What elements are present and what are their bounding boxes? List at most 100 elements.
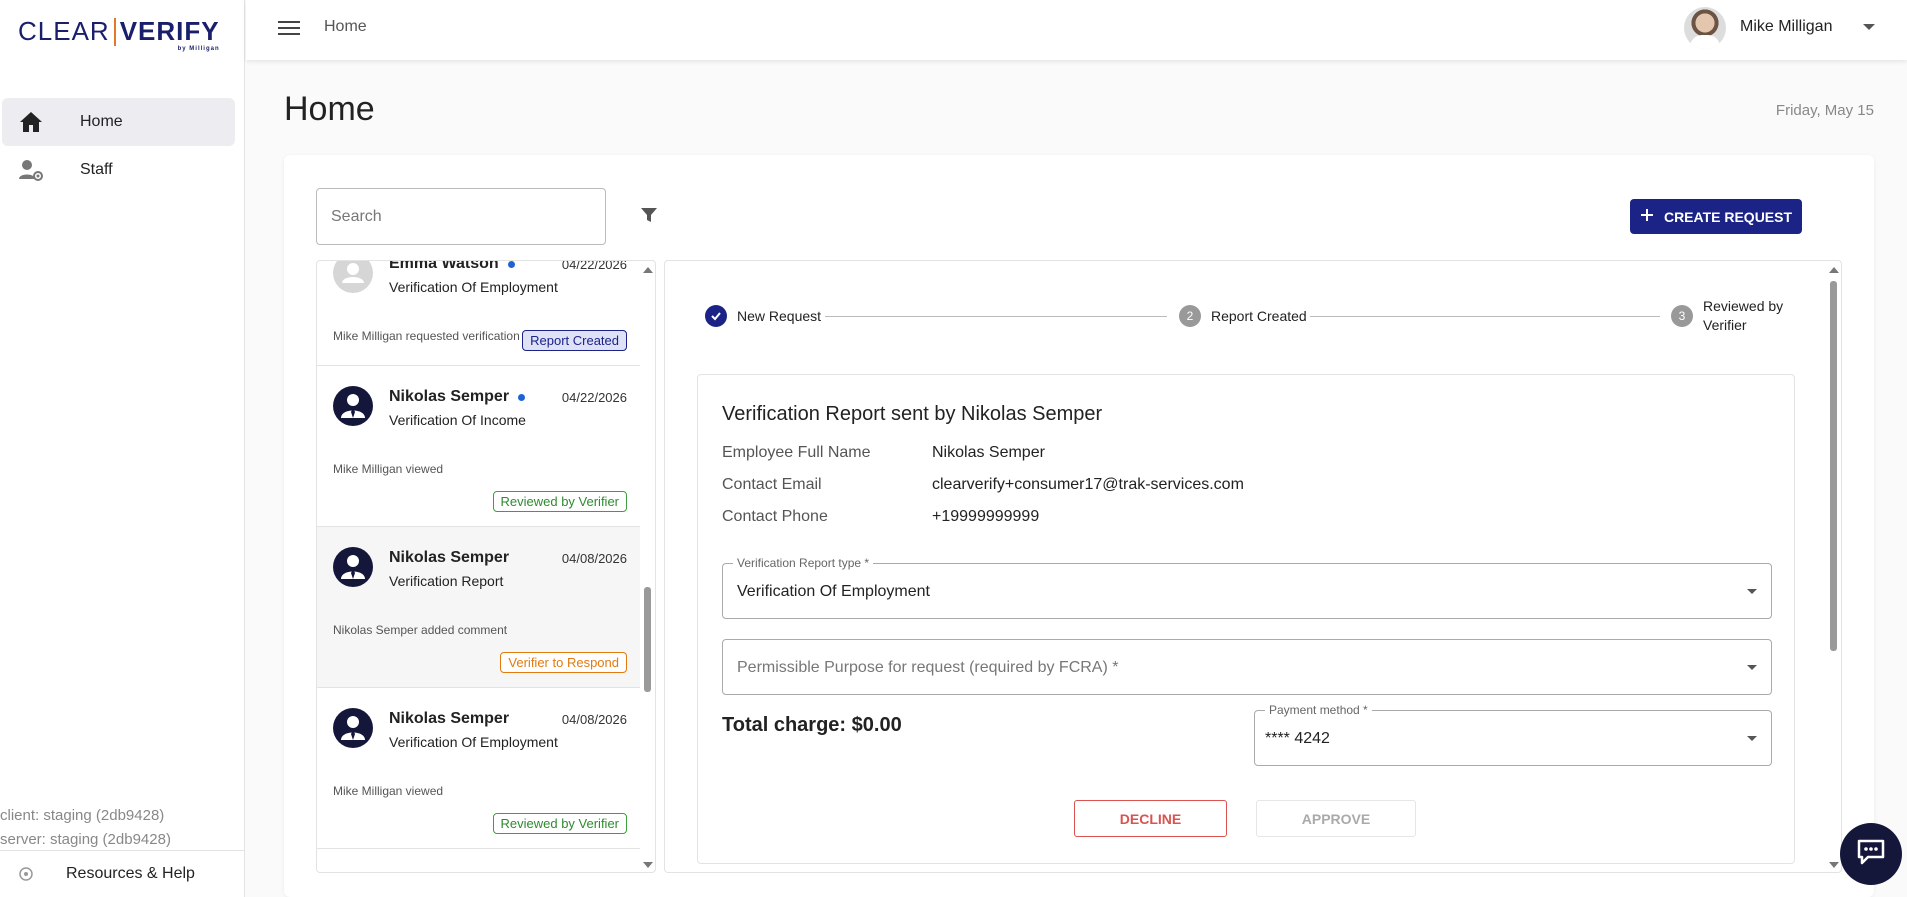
contact-email-row: Contact Email clearverify+consumer17@tra… (722, 476, 1244, 493)
request-type: Verification Report (389, 573, 504, 589)
top-bar: Home Mike Milligan (246, 0, 1907, 60)
sidebar: CLEAR VERIFY by Milligan Home Staff clien… (0, 0, 245, 897)
employee-name-row: Employee Full Name Nikolas Semper (722, 444, 1045, 461)
step-new-request: New Request (705, 305, 821, 327)
request-activity: Mike Milligan viewed (333, 784, 444, 798)
step-label: Report Created (1211, 308, 1307, 324)
request-date: 04/08/2026 (561, 712, 627, 727)
main-card: CREATE REQUEST Emma Watson 04/22/2026 Ve… (284, 155, 1874, 897)
resources-help-label: Resources & Help (66, 865, 195, 882)
step-number: 3 (1671, 305, 1693, 327)
avatar (333, 386, 373, 426)
scrollbar-thumb[interactable] (1830, 281, 1837, 651)
resources-help-link[interactable]: Resources & Help (0, 850, 245, 897)
request-type: Verification Of Income (389, 412, 526, 428)
step-report-created: 2 Report Created (1179, 305, 1307, 327)
scroll-down-icon[interactable] (643, 862, 653, 868)
report-type-select[interactable]: Verification Report type * Verification … (722, 556, 1772, 619)
verification-report: Verification Report sent by Nikolas Semp… (697, 374, 1795, 864)
avatar (333, 547, 373, 587)
step-label: New Request (737, 308, 822, 324)
search-input[interactable] (316, 188, 606, 245)
page-title: Home (284, 90, 375, 128)
request-activity: Mike Milligan viewed (333, 462, 444, 476)
app-logo[interactable]: CLEAR VERIFY by Milligan (18, 16, 220, 52)
scroll-up-icon[interactable] (1829, 267, 1839, 273)
request-date: 04/22/2026 (561, 390, 627, 405)
progress-stepper: New Request 2 Report Created 3 Reviewed … (705, 298, 1785, 335)
logo-verify-text: VERIFY by Milligan (119, 16, 220, 52)
env-client: client: staging (2db9428) (0, 807, 165, 824)
total-charge: Total charge: $0.00 (722, 714, 902, 736)
field-placeholder: Permissible Purpose for request (require… (737, 659, 1119, 676)
request-list[interactable]: Emma Watson 04/22/2026 Verification Of E… (316, 260, 656, 873)
request-name: Nikolas Semper (389, 388, 526, 406)
request-type: Verification Of Employment (389, 734, 558, 750)
plus-icon (1640, 208, 1654, 225)
breadcrumb: Home (324, 18, 367, 35)
list-item[interactable]: Emma Watson 04/22/2026 Verification Of E… (317, 260, 640, 366)
chevron-down-icon (1747, 589, 1757, 594)
scrollbar-thumb[interactable] (644, 587, 651, 692)
environment-info: client: staging (2db9428) server: stagin… (0, 804, 171, 852)
request-type: Verification Of Employment (389, 279, 558, 295)
check-circle-icon (705, 305, 727, 327)
step-connector (1310, 316, 1660, 317)
list-scrollbar[interactable] (639, 261, 655, 872)
sidebar-item-label: Home (80, 113, 123, 130)
status-badge: Verifier to Respond (500, 652, 627, 673)
status-badge: Reviewed by Verifier (492, 813, 627, 834)
home-icon (2, 111, 60, 133)
avatar (333, 708, 373, 748)
list-item[interactable]: Nikolas Semper 04/08/2026 Verification O… (317, 688, 640, 849)
chevron-down-icon[interactable] (1863, 24, 1875, 30)
staff-settings-icon (2, 158, 60, 182)
unread-dot (507, 261, 515, 268)
status-badge: Reviewed by Verifier (492, 491, 627, 512)
scroll-up-icon[interactable] (643, 267, 653, 273)
sidebar-item-home[interactable]: Home (2, 98, 235, 146)
chat-button[interactable] (1840, 823, 1902, 885)
avatar (333, 261, 373, 293)
permissible-purpose-select[interactable]: Permissible Purpose for request (require… (722, 639, 1772, 695)
field-value: Verification Of Employment (737, 583, 930, 600)
help-icon (0, 867, 52, 881)
menu-icon[interactable] (278, 18, 300, 38)
decline-button[interactable]: DECLINE (1074, 800, 1227, 837)
field-label: Verification Report type * (733, 556, 874, 570)
request-name: Nikolas Semper (389, 549, 510, 566)
scroll-down-icon[interactable] (1829, 862, 1839, 868)
avatar[interactable] (1684, 7, 1726, 49)
sidebar-item-label: Staff (80, 161, 113, 178)
approve-button[interactable]: APPROVE (1256, 800, 1416, 837)
field-label: Payment method * (1265, 703, 1372, 717)
sidebar-item-staff[interactable]: Staff (2, 146, 235, 194)
create-request-button[interactable]: CREATE REQUEST (1630, 199, 1802, 234)
list-item[interactable]: Nikolas Semper 04/08/2026 Verification R… (317, 527, 640, 688)
report-title: Verification Report sent by Nikolas Semp… (722, 403, 1103, 425)
chat-icon (1856, 838, 1886, 871)
request-activity: Nikolas Semper added comment (333, 623, 508, 637)
detail-scrollbar[interactable] (1825, 261, 1841, 872)
payment-method-select[interactable]: Payment method * **** 4242 (1254, 703, 1772, 766)
step-reviewed-by-verifier: 3 Reviewed by Verifier (1671, 298, 1791, 335)
request-date: 04/22/2026 (561, 260, 627, 272)
request-name: Emma Watson (389, 261, 515, 273)
chevron-down-icon (1747, 736, 1757, 741)
contact-phone-row: Contact Phone +19999999999 (722, 508, 1040, 525)
logo-clear-text: CLEAR (18, 16, 110, 46)
step-number: 2 (1179, 305, 1201, 327)
request-name: Nikolas Semper (389, 710, 510, 727)
logo-separator (113, 18, 116, 46)
list-item[interactable]: Nikolas Semper 04/22/2026 Verification O… (317, 366, 640, 527)
request-date: 04/08/2026 (561, 551, 627, 566)
request-list-items: Emma Watson 04/22/2026 Verification Of E… (317, 260, 640, 849)
request-activity: Mike Milligan requested verification (333, 329, 520, 343)
status-badge: Report Created (522, 330, 627, 351)
user-name[interactable]: Mike Milligan (1740, 18, 1832, 36)
filter-icon[interactable] (640, 206, 658, 229)
step-label: Reviewed by Verifier (1703, 298, 1784, 333)
unread-dot (518, 393, 526, 401)
create-request-label: CREATE REQUEST (1663, 208, 1793, 225)
current-date: Friday, May 15 (1775, 102, 1874, 119)
